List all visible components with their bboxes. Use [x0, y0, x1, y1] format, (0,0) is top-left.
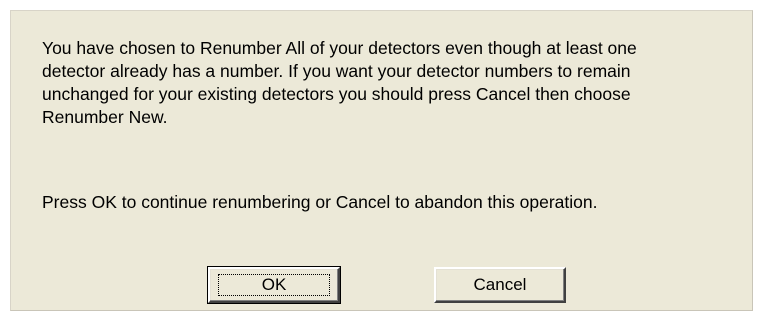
confirmation-dialog: You have chosen to Renumber All of your … — [10, 10, 753, 311]
cancel-button[interactable]: Cancel — [434, 267, 566, 303]
dialog-message: You have chosen to Renumber All of your … — [42, 38, 637, 127]
dialog-prompt: Press OK to continue renumbering or Canc… — [42, 192, 598, 212]
cancel-button-label: Cancel — [473, 275, 527, 294]
ok-button-label: OK — [218, 274, 330, 296]
ok-button[interactable]: OK — [207, 266, 341, 304]
